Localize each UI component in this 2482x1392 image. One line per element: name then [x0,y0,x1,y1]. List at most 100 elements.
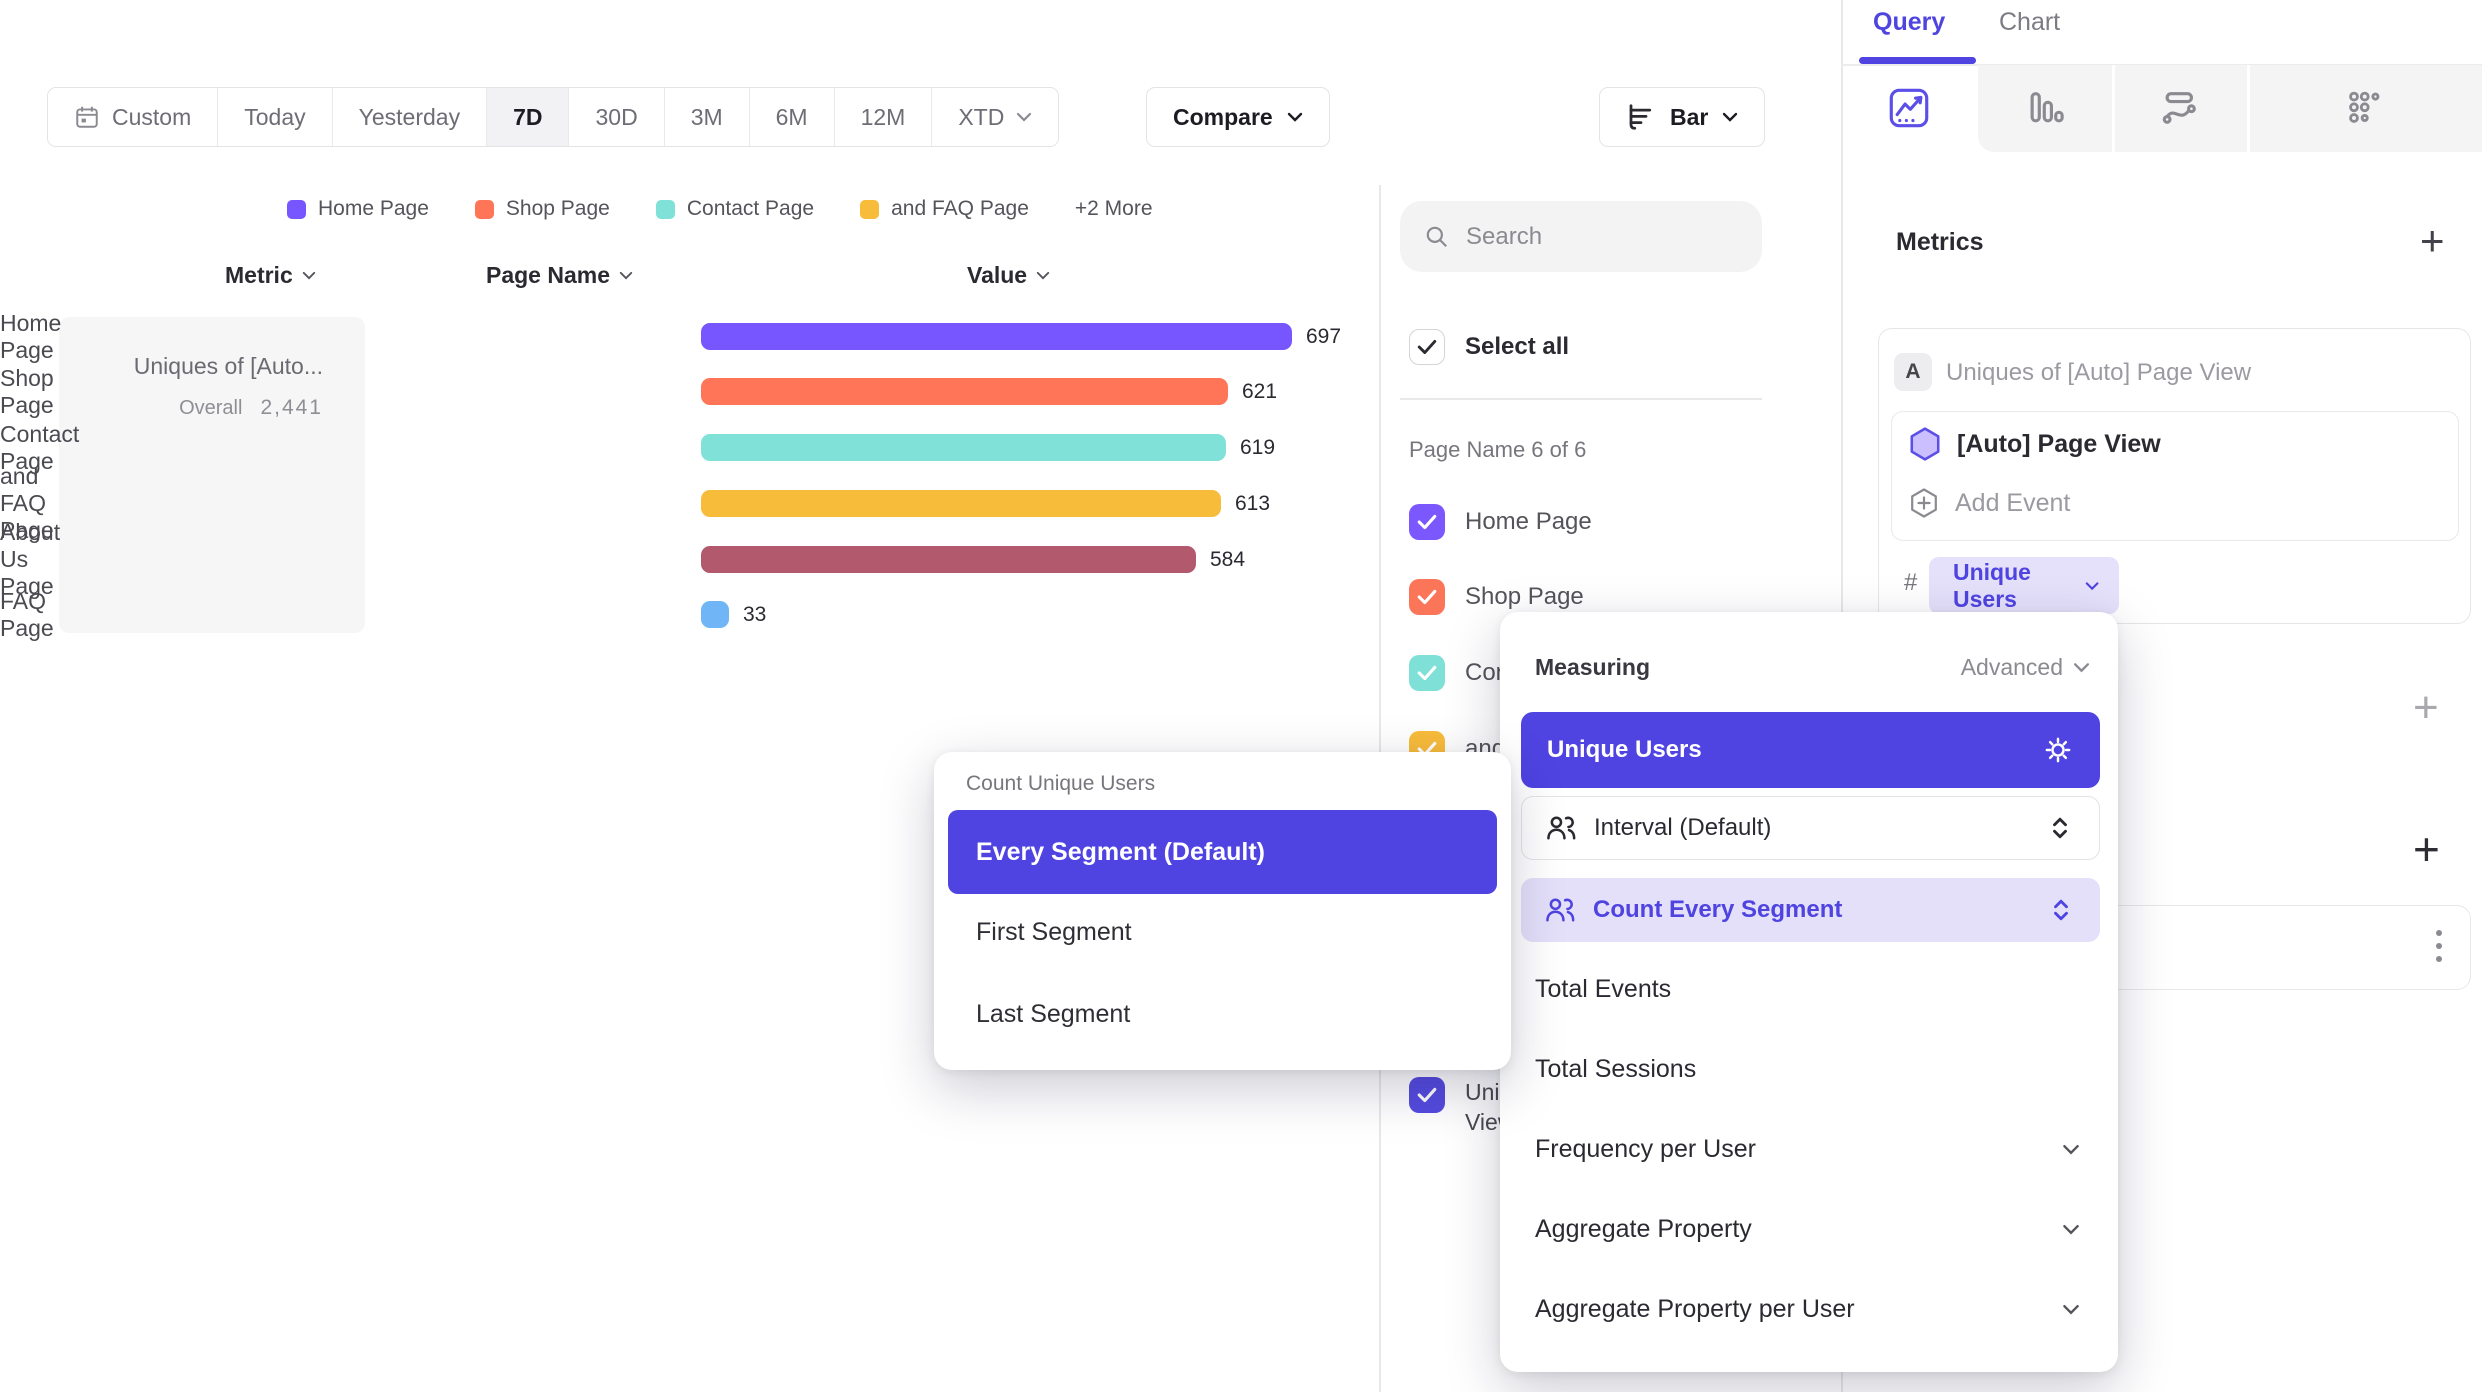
list-item-metric[interactable]: Uniques of [Auto] Page View [1409,1077,1513,1137]
report-tab-insights[interactable] [1887,86,1931,130]
advanced-toggle[interactable]: Advanced [1961,654,2090,681]
tab-query[interactable]: Query [1873,8,1945,37]
legend-item[interactable]: and FAQ Page [860,197,1029,221]
date-range-xtd[interactable]: XTD [932,88,1058,146]
legend-swatch [860,200,879,219]
menu-item-label: Count Every Segment [1593,896,2050,924]
bar[interactable] [701,434,1226,461]
add-filter-button[interactable]: + [2413,686,2439,730]
menu-item-last-segment[interactable]: Last Segment [976,1000,1130,1029]
column-header-value[interactable]: Value [967,262,1050,289]
event-card: [Auto] Page View Add Event [1891,411,2459,541]
menu-item-label: Aggregate Property [1535,1215,1752,1244]
chevron-down-icon [1016,112,1032,122]
horizontal-bar-chart-icon [1626,102,1656,132]
dots-grid-icon [2344,88,2384,128]
date-range-label: Yesterday [359,104,460,131]
metric-query-card[interactable]: A Uniques of [Auto] Page View [Auto] Pag… [1878,328,2471,624]
add-metric-button[interactable]: + [2420,220,2445,262]
add-event-label: Add Event [1955,489,2070,518]
menu-item-unique-users-selected[interactable]: Unique Users [1521,712,2100,788]
date-range-yesterday[interactable]: Yesterday [333,88,487,146]
menu-item-count-every-segment[interactable]: Count Every Segment [1521,878,2100,942]
chevron-down-icon [1287,112,1303,122]
legend-more[interactable]: +2 More [1075,197,1153,221]
stepper-icon[interactable] [2049,814,2071,842]
checkbox-checked[interactable] [1409,655,1445,691]
chart-type-label: Bar [1670,104,1708,131]
menu-item-total-sessions[interactable]: Total Sessions [1535,1055,2080,1084]
list-item-shop-page[interactable]: Shop Page [1409,579,1584,615]
metric-summary-card[interactable]: Uniques of [Auto... Overall 2,441 [59,317,365,633]
calendar-icon [74,104,100,130]
date-range-label: 12M [861,104,906,131]
list-item-label: Shop Page [1465,583,1584,611]
date-range-custom[interactable]: Custom [48,88,218,146]
bar[interactable] [701,546,1196,573]
gear-icon[interactable] [2042,734,2074,766]
legend-item[interactable]: Contact Page [656,197,814,221]
compare-button[interactable]: Compare [1146,87,1330,147]
menu-item-aggregate-property[interactable]: Aggregate Property [1535,1215,2080,1244]
bar[interactable] [701,323,1292,350]
date-range-7d[interactable]: 7D [487,88,569,146]
column-header-page-name[interactable]: Page Name [486,262,633,289]
date-range-label: XTD [958,104,1004,131]
date-range-today[interactable]: Today [218,88,332,146]
checkbox-checked[interactable] [1409,504,1445,540]
event-row[interactable]: [Auto] Page View [1907,426,2161,462]
date-range-label: 3M [691,104,723,131]
search-box[interactable] [1400,201,1762,272]
chevron-down-icon [1722,112,1738,122]
date-range-6m[interactable]: 6M [750,88,835,146]
select-all-checkbox[interactable] [1409,329,1445,365]
date-range-3m[interactable]: 3M [665,88,750,146]
legend-item[interactable]: Shop Page [475,197,610,221]
menu-item-label: Unique Users [1547,736,1702,764]
menu-item-interval[interactable]: Interval (Default) [1521,796,2100,860]
metric-overall: Overall 2,441 [179,396,323,420]
menu-item-total-events[interactable]: Total Events [1535,975,2080,1004]
report-tab-retention[interactable] [2158,86,2202,130]
menu-item-first-segment[interactable]: First Segment [976,918,1132,947]
measure-pill-label: Unique Users [1953,559,2085,613]
add-event-row[interactable]: Add Event [1907,486,2070,520]
report-tab-more[interactable] [2342,86,2386,130]
measure-pill[interactable]: Unique Users [1929,557,2119,614]
menu-item-aggregate-property-per-user[interactable]: Aggregate Property per User [1535,1295,2080,1324]
group-label: Page Name 6 of 6 [1409,437,1586,463]
chart-type-button[interactable]: Bar [1599,87,1765,147]
users-icon [1545,812,1577,844]
check-icon [1417,665,1437,681]
menu-item-every-segment-selected[interactable]: Every Segment (Default) [948,810,1497,894]
bar-value: 621 [1242,380,1277,404]
menu-item-label: Frequency per User [1535,1135,1756,1164]
chevron-down-icon [2062,1304,2080,1315]
menu-item-frequency-per-user[interactable]: Frequency per User [1535,1135,2080,1164]
search-input[interactable] [1466,223,1706,251]
date-range-12m[interactable]: 12M [835,88,933,146]
column-header-label: Page Name [486,262,610,289]
active-tab-indicator [1859,57,1976,64]
select-all-row[interactable]: Select all [1409,329,1569,365]
bar[interactable] [701,601,729,628]
stepper-icon[interactable] [2050,896,2072,924]
tab-chart[interactable]: Chart [1999,8,2060,37]
legend-item[interactable]: Home Page [287,197,429,221]
report-tab-funnels[interactable] [2023,86,2067,130]
metrics-heading: Metrics [1896,228,1984,257]
add-breakdown-button[interactable]: + [2413,826,2440,872]
checkbox-checked[interactable] [1409,1077,1445,1113]
date-range-label: 30D [595,104,637,131]
checkbox-checked[interactable] [1409,579,1445,615]
column-header-label: Value [967,262,1027,289]
chevron-down-icon [619,271,633,280]
more-options-icon[interactable] [2436,930,2442,962]
list-item-home-page[interactable]: Home Page [1409,504,1592,540]
add-event-icon [1907,486,1941,520]
bar[interactable] [701,490,1221,517]
column-header-metric[interactable]: Metric [225,262,316,289]
chevron-down-icon [2085,581,2099,591]
date-range-30d[interactable]: 30D [569,88,664,146]
bar[interactable] [701,378,1228,405]
